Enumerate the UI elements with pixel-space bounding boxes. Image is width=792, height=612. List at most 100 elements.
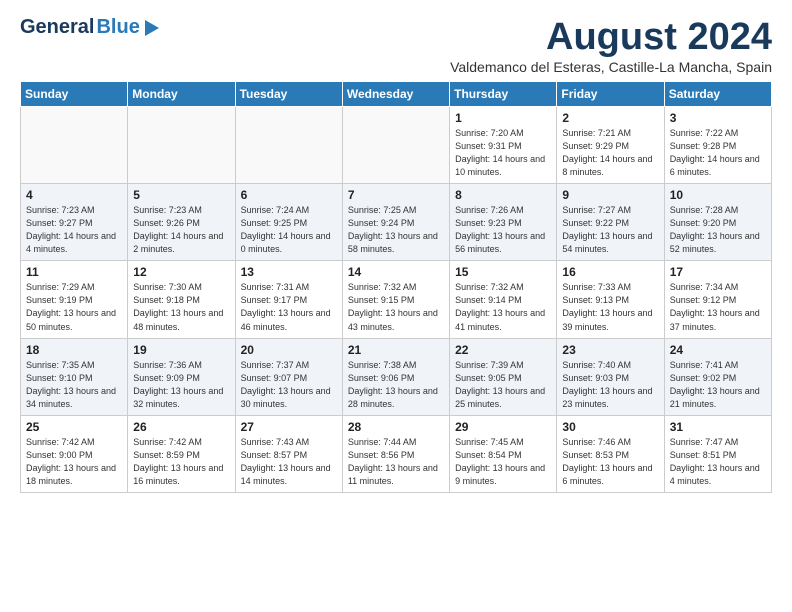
day-number: 9	[562, 188, 658, 202]
day-info: Sunrise: 7:27 AM Sunset: 9:22 PM Dayligh…	[562, 204, 658, 256]
calendar-cell: 1Sunrise: 7:20 AM Sunset: 9:31 PM Daylig…	[450, 107, 557, 184]
calendar-cell: 12 Sunrise: 7:30 AM Sunset: 9:18 PM Dayli…	[128, 261, 235, 338]
day-number: 22	[455, 343, 551, 357]
day-number: 20	[241, 343, 337, 357]
header-sunday: Sunday	[21, 82, 128, 107]
calendar-cell: 20 Sunrise: 7:37 AM Sunset: 9:07 PM Dayli…	[235, 338, 342, 415]
day-number: 31	[670, 420, 766, 434]
day-info: Sunrise: 7:35 AM Sunset: 9:10 PM Dayligh…	[26, 359, 122, 411]
calendar-cell: 29 Sunrise: 7:45 AM Sunset: 8:54 PM Dayli…	[450, 415, 557, 492]
day-number: 23	[562, 343, 658, 357]
day-info: Sunrise: 7:46 AM Sunset: 8:53 PM Dayligh…	[562, 436, 658, 488]
day-info: Sunrise: 7:41 AM Sunset: 9:02 PM Dayligh…	[670, 359, 766, 411]
day-info: Sunrise: 7:44 AM Sunset: 8:56 PM Dayligh…	[348, 436, 444, 488]
day-number: 8	[455, 188, 551, 202]
calendar-cell: 5 Sunrise: 7:23 AM Sunset: 9:26 PM Daylig…	[128, 184, 235, 261]
day-info: Sunrise: 7:24 AM Sunset: 9:25 PM Dayligh…	[241, 204, 337, 256]
day-number: 21	[348, 343, 444, 357]
day-number: 15	[455, 265, 551, 279]
header-wednesday: Wednesday	[342, 82, 449, 107]
day-number: 27	[241, 420, 337, 434]
calendar-week-row-3: 18 Sunrise: 7:35 AM Sunset: 9:10 PM Dayli…	[21, 338, 772, 415]
day-number: 24	[670, 343, 766, 357]
day-info: Sunrise: 7:32 AM Sunset: 9:15 PM Dayligh…	[348, 281, 444, 333]
day-info: Sunrise: 7:30 AM Sunset: 9:18 PM Dayligh…	[133, 281, 229, 333]
day-info: Sunrise: 7:21 AM Sunset: 9:29 PM Dayligh…	[562, 127, 658, 179]
calendar-week-row-2: 11 Sunrise: 7:29 AM Sunset: 9:19 PM Dayli…	[21, 261, 772, 338]
calendar-cell: 19 Sunrise: 7:36 AM Sunset: 9:09 PM Dayli…	[128, 338, 235, 415]
day-number: 25	[26, 420, 122, 434]
calendar-cell: 3 Sunrise: 7:22 AM Sunset: 9:28 PM Daylig…	[664, 107, 771, 184]
day-number: 13	[241, 265, 337, 279]
page: GeneralBlue August 2024 Valdemanco del E…	[0, 0, 792, 509]
day-info: Sunrise: 7:39 AM Sunset: 9:05 PM Dayligh…	[455, 359, 551, 411]
calendar-cell: 13 Sunrise: 7:31 AM Sunset: 9:17 PM Dayli…	[235, 261, 342, 338]
calendar-cell: 16 Sunrise: 7:33 AM Sunset: 9:13 PM Dayli…	[557, 261, 664, 338]
day-info: Sunrise: 7:29 AM Sunset: 9:19 PM Dayligh…	[26, 281, 122, 333]
day-info: Sunrise: 7:32 AM Sunset: 9:14 PM Dayligh…	[455, 281, 551, 333]
calendar-cell: 28 Sunrise: 7:44 AM Sunset: 8:56 PM Dayli…	[342, 415, 449, 492]
day-number: 12	[133, 265, 229, 279]
calendar-cell: 17Sunrise: 7:34 AM Sunset: 9:12 PM Dayli…	[664, 261, 771, 338]
calendar-week-row-4: 25 Sunrise: 7:42 AM Sunset: 9:00 PM Dayli…	[21, 415, 772, 492]
day-number: 6	[241, 188, 337, 202]
calendar-cell: 2Sunrise: 7:21 AM Sunset: 9:29 PM Daylig…	[557, 107, 664, 184]
calendar-cell	[342, 107, 449, 184]
calendar-cell: 14 Sunrise: 7:32 AM Sunset: 9:15 PM Dayli…	[342, 261, 449, 338]
day-number: 28	[348, 420, 444, 434]
header-monday: Monday	[128, 82, 235, 107]
day-info: Sunrise: 7:25 AM Sunset: 9:24 PM Dayligh…	[348, 204, 444, 256]
calendar-cell: 7 Sunrise: 7:25 AM Sunset: 9:24 PM Daylig…	[342, 184, 449, 261]
day-info: Sunrise: 7:42 AM Sunset: 9:00 PM Dayligh…	[26, 436, 122, 488]
calendar-cell: 25 Sunrise: 7:42 AM Sunset: 9:00 PM Dayli…	[21, 415, 128, 492]
calendar-cell: 8Sunrise: 7:26 AM Sunset: 9:23 PM Daylig…	[450, 184, 557, 261]
day-number: 30	[562, 420, 658, 434]
header-saturday: Saturday	[664, 82, 771, 107]
day-info: Sunrise: 7:37 AM Sunset: 9:07 PM Dayligh…	[241, 359, 337, 411]
day-info: Sunrise: 7:31 AM Sunset: 9:17 PM Dayligh…	[241, 281, 337, 333]
day-number: 19	[133, 343, 229, 357]
calendar-cell: 6 Sunrise: 7:24 AM Sunset: 9:25 PM Daylig…	[235, 184, 342, 261]
calendar-cell: 22 Sunrise: 7:39 AM Sunset: 9:05 PM Dayli…	[450, 338, 557, 415]
logo-blue-text: Blue	[96, 16, 139, 39]
weekday-header-row: Sunday Monday Tuesday Wednesday Thursday…	[21, 82, 772, 107]
calendar-cell: 27 Sunrise: 7:43 AM Sunset: 8:57 PM Dayli…	[235, 415, 342, 492]
calendar-cell: 11 Sunrise: 7:29 AM Sunset: 9:19 PM Dayli…	[21, 261, 128, 338]
day-info: Sunrise: 7:33 AM Sunset: 9:13 PM Dayligh…	[562, 281, 658, 333]
calendar-cell: 10 Sunrise: 7:28 AM Sunset: 9:20 PM Dayli…	[664, 184, 771, 261]
day-number: 10	[670, 188, 766, 202]
header: GeneralBlue August 2024 Valdemanco del E…	[20, 16, 772, 75]
header-tuesday: Tuesday	[235, 82, 342, 107]
day-number: 7	[348, 188, 444, 202]
calendar-week-row-0: 1Sunrise: 7:20 AM Sunset: 9:31 PM Daylig…	[21, 107, 772, 184]
day-info: Sunrise: 7:42 AM Sunset: 8:59 PM Dayligh…	[133, 436, 229, 488]
day-number: 26	[133, 420, 229, 434]
day-number: 5	[133, 188, 229, 202]
calendar-cell	[128, 107, 235, 184]
day-info: Sunrise: 7:36 AM Sunset: 9:09 PM Dayligh…	[133, 359, 229, 411]
calendar-cell: 23Sunrise: 7:40 AM Sunset: 9:03 PM Dayli…	[557, 338, 664, 415]
calendar-week-row-1: 4Sunrise: 7:23 AM Sunset: 9:27 PM Daylig…	[21, 184, 772, 261]
day-info: Sunrise: 7:23 AM Sunset: 9:26 PM Dayligh…	[133, 204, 229, 256]
day-number: 29	[455, 420, 551, 434]
day-number: 16	[562, 265, 658, 279]
day-info: Sunrise: 7:28 AM Sunset: 9:20 PM Dayligh…	[670, 204, 766, 256]
header-friday: Friday	[557, 82, 664, 107]
calendar-cell: 31Sunrise: 7:47 AM Sunset: 8:51 PM Dayli…	[664, 415, 771, 492]
calendar-location: Valdemanco del Esteras, Castille-La Manc…	[450, 59, 772, 75]
calendar-table: Sunday Monday Tuesday Wednesday Thursday…	[20, 81, 772, 493]
calendar-cell: 15 Sunrise: 7:32 AM Sunset: 9:14 PM Dayli…	[450, 261, 557, 338]
calendar-title: August 2024	[450, 16, 772, 59]
day-number: 11	[26, 265, 122, 279]
day-number: 3	[670, 111, 766, 125]
day-number: 18	[26, 343, 122, 357]
day-info: Sunrise: 7:22 AM Sunset: 9:28 PM Dayligh…	[670, 127, 766, 179]
day-info: Sunrise: 7:45 AM Sunset: 8:54 PM Dayligh…	[455, 436, 551, 488]
calendar-cell: 24 Sunrise: 7:41 AM Sunset: 9:02 PM Dayli…	[664, 338, 771, 415]
day-number: 14	[348, 265, 444, 279]
header-thursday: Thursday	[450, 82, 557, 107]
day-info: Sunrise: 7:43 AM Sunset: 8:57 PM Dayligh…	[241, 436, 337, 488]
day-info: Sunrise: 7:20 AM Sunset: 9:31 PM Dayligh…	[455, 127, 551, 179]
calendar-cell	[235, 107, 342, 184]
logo-arrow-icon	[145, 20, 159, 36]
